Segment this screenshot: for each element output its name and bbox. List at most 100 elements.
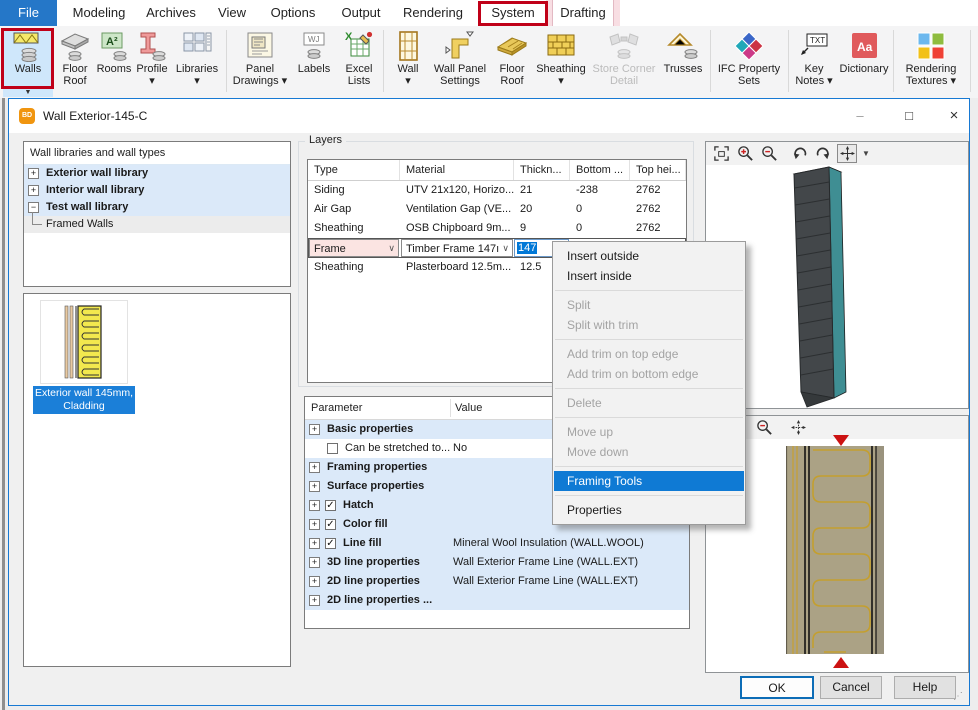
param-row-line-fill[interactable]: + ✓ Line fill Mineral Wool Insulation (W…	[305, 534, 689, 553]
layer-row-air-gap[interactable]: Air Gap Ventilation Gap (VE... 20 0 2762	[308, 200, 686, 219]
menu-item-insert-inside[interactable]: Insert inside	[553, 266, 745, 286]
tab-view[interactable]: View	[208, 0, 256, 26]
expand-icon[interactable]: +	[309, 538, 320, 549]
wall-type-list-panel: Exterior wall 145mm, Cladding	[23, 293, 291, 667]
expand-icon[interactable]: +	[309, 557, 320, 568]
ribbon-button-excel-lists[interactable]: X Excel Lists	[338, 29, 380, 89]
minimize-button[interactable]: –	[845, 99, 875, 133]
menu-separator	[555, 495, 743, 496]
svg-text:A²: A²	[106, 36, 118, 48]
expand-icon[interactable]: +	[309, 424, 320, 435]
menu-item-insert-outside[interactable]: Insert outside	[553, 246, 745, 266]
pan-mode-icon[interactable]	[837, 144, 857, 163]
menu-separator	[555, 290, 743, 291]
column-parameter[interactable]: Parameter	[311, 397, 362, 419]
wall-type-label[interactable]: Exterior wall 145mm, Cladding	[33, 386, 135, 414]
checkbox-checked[interactable]: ✓	[325, 519, 336, 530]
column-material[interactable]: Material	[400, 160, 514, 180]
tab-output[interactable]: Output	[330, 0, 392, 26]
layer-row-sheathing-osb[interactable]: Sheathing OSB Chipboard 9m... 9 0 2762	[308, 219, 686, 238]
tree-item-test-wall-library[interactable]: − Test wall library	[24, 199, 290, 216]
ribbon-button-walls[interactable]: Walls	[3, 29, 53, 89]
tab-modeling[interactable]: Modeling	[62, 0, 136, 26]
expand-icon[interactable]: +	[28, 185, 39, 196]
expand-icon[interactable]: +	[309, 595, 320, 606]
toolbar-dropdown-icon[interactable]: ▼	[862, 144, 870, 163]
column-value[interactable]: Value	[455, 397, 482, 419]
column-top-height[interactable]: Top hei...	[630, 160, 686, 180]
menu-item-properties[interactable]: Properties	[553, 500, 745, 520]
layer-row-siding[interactable]: Siding UTV 21x120, Horizo... 21 -238 276…	[308, 181, 686, 200]
layer-type-combobox[interactable]: Frame ∨	[309, 239, 399, 257]
tab-options[interactable]: Options	[260, 0, 326, 26]
tab-system[interactable]: System	[478, 0, 548, 26]
help-button[interactable]: Help	[894, 676, 956, 699]
ribbon-button-panel-drawings[interactable]: Panel Drawings ▾	[232, 29, 288, 89]
expand-icon[interactable]: +	[309, 519, 320, 530]
ribbon-button-floor-roof-2[interactable]: Floor Roof	[492, 29, 532, 89]
tree-item-exterior-wall-library[interactable]: + Exterior wall library	[24, 165, 290, 182]
expand-icon[interactable]: +	[309, 481, 320, 492]
tree-item-framed-walls[interactable]: Framed Walls	[24, 216, 290, 233]
expand-icon[interactable]: +	[28, 168, 39, 179]
param-row-2d-line-properties[interactable]: + 2D line properties Wall Exterior Frame…	[305, 572, 689, 591]
checkbox-checked[interactable]: ✓	[325, 500, 336, 511]
ribbon-button-trusses[interactable]: Trusses	[660, 29, 706, 89]
param-row-3d-line-properties[interactable]: + 3D line properties Wall Exterior Frame…	[305, 553, 689, 572]
checkbox-checked[interactable]: ✓	[325, 538, 336, 549]
ribbon-button-rooms[interactable]: A² Rooms	[96, 29, 132, 89]
layer-context-menu: Insert outside Insert inside Split Split…	[552, 241, 746, 525]
column-type[interactable]: Type	[308, 160, 400, 180]
fit-view-icon[interactable]	[711, 144, 731, 163]
chevron-down-icon[interactable]: ∨	[388, 239, 395, 257]
ribbon-button-sheathing[interactable]: Sheathing ▾	[534, 29, 588, 89]
param-row-2d-line-properties-2[interactable]: + 2D line properties ...	[305, 591, 689, 610]
zoom-out-icon[interactable]	[754, 418, 774, 437]
ribbon-button-ifc-property-sets[interactable]: IFC Property Sets	[714, 29, 784, 89]
layer-material-combobox[interactable]: Timber Frame 147ı ∨	[401, 239, 513, 257]
tab-rendering[interactable]: Rendering	[396, 0, 470, 26]
tab-archives[interactable]: Archives	[140, 0, 202, 26]
ok-button[interactable]: OK	[740, 676, 814, 699]
rotate-right-icon[interactable]	[813, 144, 833, 163]
column-bottom[interactable]: Bottom ...	[570, 160, 630, 180]
section-marker-bottom[interactable]	[833, 657, 849, 668]
cancel-button[interactable]: Cancel	[820, 676, 882, 699]
expand-icon[interactable]: +	[309, 500, 320, 511]
walls-label: Walls	[3, 63, 53, 75]
pan-icon[interactable]	[788, 418, 808, 437]
ribbon-button-rendering-textures[interactable]: Rendering Textures ▾	[898, 29, 964, 89]
close-button[interactable]: ×	[939, 99, 969, 133]
expand-icon[interactable]: +	[309, 576, 320, 587]
tree-item-interior-wall-library[interactable]: + Interior wall library	[24, 182, 290, 199]
ribbon-button-libraries[interactable]: Libraries ▾	[172, 29, 222, 89]
ribbon-button-wall-panel-settings[interactable]: Wall Panel Settings	[430, 29, 490, 89]
walls-dropdown-button[interactable]: ▼	[3, 88, 53, 97]
maximize-button[interactable]: □	[894, 99, 924, 133]
checkbox-unchecked[interactable]	[327, 443, 338, 454]
chevron-down-icon[interactable]: ∨	[502, 239, 509, 257]
ribbon-button-labels[interactable]: WJ Labels	[294, 29, 334, 89]
ribbon-button-wall[interactable]: Wall ▾	[388, 29, 428, 89]
expand-icon[interactable]: +	[309, 462, 320, 473]
rotate-left-icon[interactable]	[789, 144, 809, 163]
dialog-titlebar[interactable]: BD Wall Exterior-145-C – □ ×	[9, 99, 969, 133]
menu-separator	[555, 339, 743, 340]
menu-item-move-up: Move up	[553, 422, 745, 442]
wall-type-thumbnail[interactable]	[40, 300, 128, 384]
wall-section-render[interactable]	[786, 446, 890, 658]
zoom-in-icon[interactable]	[735, 144, 755, 163]
zoom-out-icon[interactable]	[759, 144, 779, 163]
ribbon-button-key-notes[interactable]: TXT Key Notes ▾	[792, 29, 836, 89]
ribbon-button-floor-roof[interactable]: Floor Roof	[57, 29, 93, 89]
trusses-icon	[660, 29, 706, 63]
tab-drafting[interactable]: Drafting	[552, 0, 614, 26]
ribbon-button-dictionary[interactable]: Aa Dictionary	[838, 29, 890, 89]
tab-file[interactable]: File	[0, 0, 57, 26]
labels-icon: WJ	[294, 29, 334, 63]
menu-item-framing-tools[interactable]: Framing Tools	[554, 471, 744, 491]
column-thickness[interactable]: Thickn...	[514, 160, 570, 180]
ribbon-button-profile[interactable]: Profile ▾	[134, 29, 170, 89]
section-marker-top[interactable]	[833, 435, 849, 446]
resize-grip[interactable]: ⋰	[953, 691, 963, 702]
